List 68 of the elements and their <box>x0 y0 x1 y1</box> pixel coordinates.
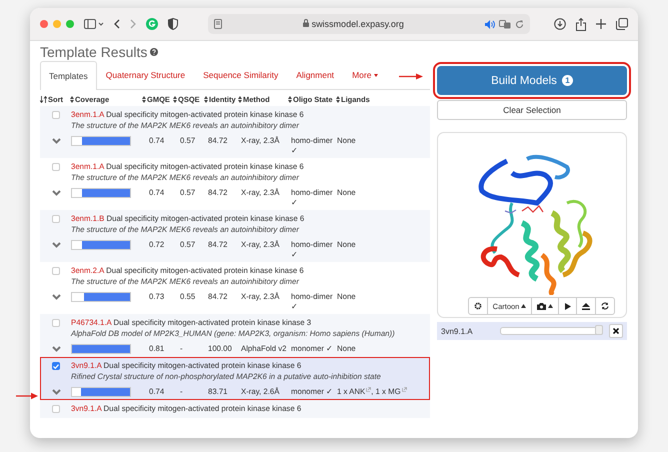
lock-icon <box>303 19 310 27</box>
chain-label: 3vn9.1.A <box>441 326 474 336</box>
checkbox[interactable] <box>52 362 60 370</box>
slider-thumb[interactable] <box>595 325 604 335</box>
expand-chevron-icon[interactable] <box>52 294 60 300</box>
play-icon <box>564 302 571 310</box>
count-badge: 1 <box>562 75 573 86</box>
share-icon[interactable] <box>576 18 586 30</box>
checkbox[interactable] <box>52 267 60 275</box>
expand-chevron-icon[interactable] <box>52 190 60 196</box>
camera-button[interactable] <box>531 297 560 315</box>
refresh-icon <box>601 302 610 310</box>
clear-selection-button[interactable]: Clear Selection <box>437 100 627 120</box>
expand-chevron-icon[interactable] <box>52 242 60 248</box>
close-icon <box>613 328 620 334</box>
camera-icon <box>537 302 546 310</box>
eject-icon <box>582 302 590 310</box>
play-button[interactable] <box>558 297 578 315</box>
speaker-icon[interactable] <box>485 20 495 28</box>
sidebar-icon[interactable] <box>84 19 104 29</box>
checkbox[interactable] <box>52 163 60 171</box>
caret-icon <box>521 304 526 308</box>
download-icon[interactable] <box>554 18 566 30</box>
expand-chevron-icon[interactable] <box>52 346 60 352</box>
sort-icon[interactable] <box>70 96 74 103</box>
tab[interactable]: Templates <box>40 61 97 90</box>
opacity-slider[interactable] <box>500 327 604 335</box>
expand-chevron-icon[interactable] <box>52 138 60 144</box>
build-models-button[interactable]: Build Models 1 <box>437 66 627 95</box>
settings-icon <box>474 302 482 310</box>
tab[interactable]: More <box>343 60 388 89</box>
external-link-icon[interactable] <box>402 387 407 392</box>
dropdown-caret-icon <box>374 74 378 76</box>
checkbox[interactable] <box>52 111 60 119</box>
extension-icon[interactable] <box>146 18 158 30</box>
url-text[interactable]: swissmodel.expasy.org <box>312 19 404 29</box>
expand-chevron-icon[interactable] <box>52 389 60 395</box>
sort-icon[interactable] <box>173 96 177 103</box>
sort-icon[interactable] <box>142 96 146 103</box>
tab[interactable]: Sequence Similarity <box>194 60 288 89</box>
sort-icon[interactable] <box>204 96 208 103</box>
tab[interactable]: Alignment <box>287 60 344 89</box>
close-window-icon[interactable] <box>40 20 48 28</box>
tabs-overview-icon[interactable] <box>616 18 628 30</box>
eject-button[interactable] <box>576 297 596 315</box>
checkbox[interactable] <box>52 405 60 413</box>
sort-icon[interactable] <box>288 96 292 103</box>
page-icon[interactable] <box>214 19 222 29</box>
sort-icon[interactable] <box>238 96 242 103</box>
caret-icon <box>548 304 554 308</box>
help-icon[interactable] <box>150 48 158 56</box>
sort-icon[interactable] <box>336 96 340 103</box>
close-button[interactable] <box>609 324 623 338</box>
annotation-arrow <box>399 73 424 80</box>
checkbox[interactable] <box>52 215 60 223</box>
checkbox[interactable] <box>52 319 60 327</box>
sort-order-icon[interactable] <box>40 96 47 103</box>
tab[interactable]: Quaternary Structure <box>96 60 194 89</box>
back-icon[interactable] <box>114 19 120 29</box>
annotation-arrow <box>16 392 38 400</box>
settings-button[interactable] <box>468 297 488 315</box>
shield-icon[interactable] <box>168 18 178 30</box>
reload-icon[interactable] <box>515 20 524 28</box>
new-tab-icon[interactable] <box>596 19 606 29</box>
page-title: Template Results <box>40 44 148 60</box>
translate-icon[interactable] <box>499 20 511 28</box>
external-link-icon[interactable] <box>366 387 372 392</box>
reset-button[interactable] <box>595 297 616 315</box>
